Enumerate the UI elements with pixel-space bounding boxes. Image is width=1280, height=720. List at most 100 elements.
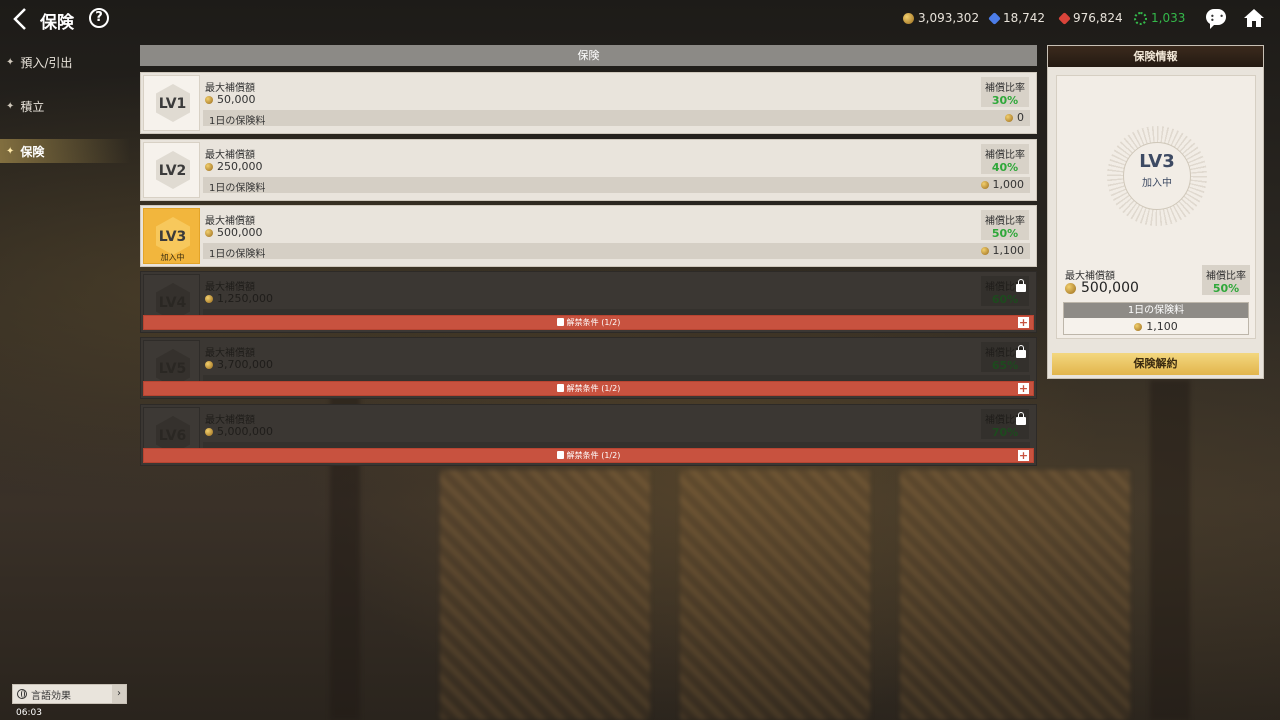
max-compensation-amount: 1,250,000 (217, 292, 273, 305)
gold-coin-icon (205, 95, 213, 104)
globe-icon (17, 689, 27, 699)
rate-label: 補償比率 (985, 83, 1025, 94)
unlock-conditions-label: 解禁条件 (1/2) (566, 384, 621, 393)
red-gem-icon (1058, 11, 1071, 25)
unlock-conditions-button[interactable]: 解禁条件 (1/2) + (143, 448, 1034, 463)
daily-fee-value: 1,000 (980, 178, 1025, 191)
current-level: LV3 (1139, 151, 1175, 172)
star-icon: ✦ (6, 145, 15, 157)
insurance-level-row[interactable]: LV2 最大補償額 250,000 補償比率 40% 1日の保険料 1,000 (140, 139, 1037, 201)
cancel-insurance-button[interactable]: 保険解約 (1052, 353, 1259, 375)
max-compensation-value: 5,000,000 (205, 425, 273, 438)
info-fee-label: 1日の保険料 (1064, 303, 1248, 318)
home-icon[interactable] (1243, 8, 1265, 28)
insurance-level-row[interactable]: LV4 最大補償額 1,250,000 補償比率 60% 解禁条件 (1/2) + (140, 271, 1037, 333)
clock: 06:03 (16, 708, 42, 718)
joined-label: 加入中 (160, 253, 185, 262)
background-window (900, 470, 1130, 720)
lock-icon (1016, 345, 1026, 358)
currency-red-gem-value: 976,824 (1073, 11, 1123, 25)
max-compensation-value: 1,250,000 (205, 292, 273, 305)
rate-value: 65% (991, 359, 1019, 372)
rate-value: 30% (991, 94, 1019, 107)
daily-fee-label: 1日の保険料 (209, 183, 266, 194)
back-arrow-icon[interactable] (10, 6, 32, 32)
rate-value: 50% (991, 227, 1019, 240)
help-icon[interactable]: ? (89, 8, 109, 28)
gold-coin-icon (205, 294, 213, 303)
nav-item-insurance[interactable]: ✦ 保険 (0, 139, 130, 163)
lock-icon (556, 451, 564, 459)
plus-icon[interactable]: + (1018, 383, 1029, 394)
currency-blue-gem: 18,742 (988, 11, 1045, 25)
nav-item-label: 保険 (20, 144, 45, 159)
info-panel-title: 保険情報 (1048, 46, 1263, 67)
rate-label: 補償比率 (985, 150, 1025, 161)
level-badge: LV2 (143, 142, 200, 198)
daily-fee-bar: 1日の保険料 1,000 (203, 177, 1030, 194)
gold-coin-icon (1134, 322, 1143, 331)
unlock-conditions-button[interactable]: 解禁条件 (1/2) + (143, 381, 1034, 396)
info-max-amount: 500,000 (1081, 280, 1139, 296)
daily-fee-amount: 0 (1017, 111, 1024, 124)
rate-value: 40% (991, 161, 1019, 174)
max-compensation-label: 最大補償額 (205, 415, 255, 426)
nav-item-deposit[interactable]: ✦ 預入/引出 (0, 50, 130, 74)
insurance-level-row[interactable]: LV3 加入中 最大補償額 500,000 補償比率 50% 1日の保険料 1,100 (140, 205, 1037, 267)
info-rate-label: 補償比率 (1206, 271, 1246, 282)
chat-icon[interactable]: • • • (1206, 9, 1226, 29)
rate-box: 補償比率 50% (981, 210, 1029, 240)
level-label: LV5 (158, 361, 187, 377)
max-compensation-amount: 500,000 (217, 226, 263, 239)
currency-red-gem: 976,824 (1058, 11, 1123, 25)
unlock-conditions-button[interactable]: 解禁条件 (1/2) + (143, 315, 1034, 330)
currency-blue-gem-value: 18,742 (1003, 11, 1045, 25)
insurance-level-row[interactable]: LV6 最大補償額 5,000,000 補償比率 70% 解禁条件 (1/2) + (140, 404, 1037, 466)
daily-fee-bar: 1日の保険料 0 (203, 110, 1030, 127)
top-bar: 保険 ? 3,093,302 18,742 976,824 1,033 • • … (0, 0, 1280, 38)
language-effect-button[interactable]: 言語効果 › (12, 684, 127, 704)
insurance-level-row[interactable]: LV5 最大補償額 3,700,000 補償比率 65% 解禁条件 (1/2) + (140, 337, 1037, 399)
background-window (680, 470, 870, 720)
level-label: LV1 (158, 96, 187, 112)
star-icon: ✦ (6, 100, 15, 112)
gold-coin-icon (903, 12, 914, 24)
nav-item-label: 積立 (20, 99, 45, 114)
currency-gold: 3,093,302 (903, 11, 979, 25)
gold-coin-icon (1065, 282, 1076, 294)
lock-icon (556, 384, 564, 392)
rate-box: 補償比率 40% (981, 144, 1029, 174)
gold-coin-icon (205, 162, 213, 171)
info-max-value: 500,000 (1065, 280, 1139, 296)
currency-green: 1,033 (1134, 11, 1185, 25)
gold-coin-icon (980, 180, 989, 189)
level-label: LV2 (158, 163, 187, 179)
info-fee-value: 1,100 (1064, 320, 1248, 333)
plus-icon[interactable]: + (1018, 317, 1029, 328)
max-compensation-label: 最大補償額 (205, 216, 255, 227)
currency-gold-value: 3,093,302 (918, 11, 980, 25)
max-compensation-value: 250,000 (205, 160, 263, 173)
max-compensation-amount: 3,700,000 (217, 358, 273, 371)
plus-icon[interactable]: + (1018, 450, 1029, 461)
max-compensation-value: 3,700,000 (205, 358, 273, 371)
level-badge: LV1 (143, 75, 200, 131)
max-compensation-amount: 250,000 (217, 160, 263, 173)
insurance-info-panel: 保険情報 LV3 加入中 最大補償額 500,000 補償比率 50% 1日の保… (1047, 45, 1264, 379)
background-pillar (1150, 380, 1190, 720)
max-compensation-label: 最大補償額 (205, 282, 255, 293)
rate-label: 補償比率 (985, 216, 1025, 227)
max-compensation-label: 最大補償額 (205, 83, 255, 94)
lock-icon (556, 318, 564, 326)
star-icon: ✦ (6, 56, 15, 68)
gold-coin-icon (980, 246, 989, 255)
nav-item-savings[interactable]: ✦ 積立 (0, 94, 130, 118)
info-panel-content: LV3 加入中 最大補償額 500,000 補償比率 50% 1日の保険料 1,… (1056, 75, 1256, 339)
page-title: 保険 (40, 13, 74, 33)
daily-fee-amount: 1,000 (992, 178, 1025, 191)
gold-coin-icon (1005, 113, 1013, 122)
rate-value: 70% (991, 426, 1019, 439)
insurance-level-row[interactable]: LV1 最大補償額 50,000 補償比率 30% 1日の保険料 0 (140, 72, 1037, 134)
daily-fee-value: 1,100 (980, 244, 1024, 257)
max-compensation-value: 50,000 (205, 93, 256, 106)
